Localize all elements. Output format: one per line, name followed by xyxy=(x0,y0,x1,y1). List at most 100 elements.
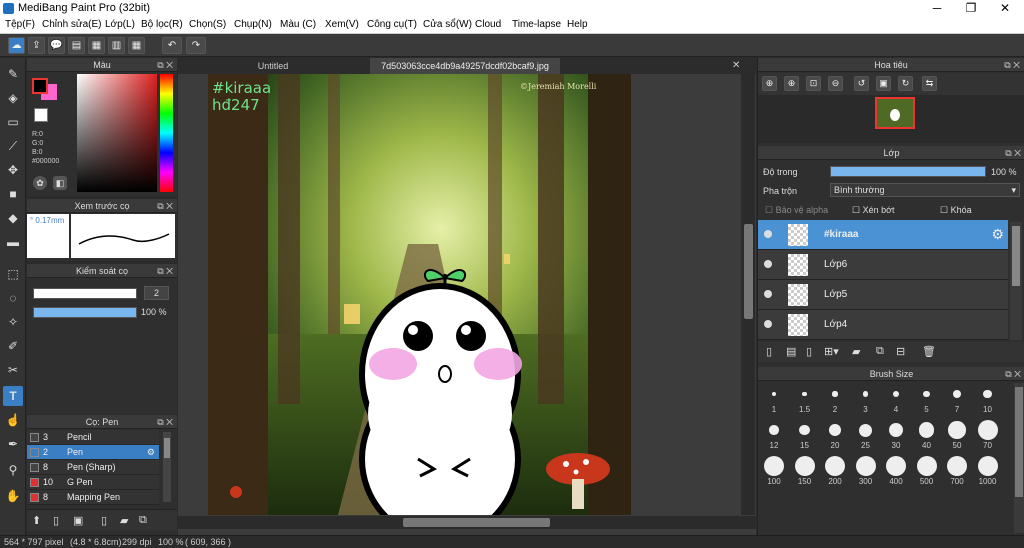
color-history-icon[interactable]: ◧ xyxy=(53,176,67,190)
menu-tools[interactable]: Công cụ(T) xyxy=(367,19,417,30)
brush-size-option[interactable]: 300 xyxy=(851,455,881,486)
flip-icon[interactable]: ⇆ xyxy=(922,76,937,91)
brush-item[interactable]: 3 Pencil xyxy=(27,430,159,445)
merge-layer-icon[interactable]: ⊟ xyxy=(896,345,905,358)
menu-file[interactable]: Tệp(F) xyxy=(5,19,35,30)
brush-size-option[interactable]: 100 xyxy=(759,455,789,486)
select-pen-icon[interactable]: ✐ xyxy=(3,336,23,356)
palette-icon[interactable]: ✿ xyxy=(33,176,47,190)
brush-list-scrollbar[interactable] xyxy=(163,432,171,502)
brush-size-option[interactable]: 10 xyxy=(973,383,1003,414)
new-halftone-layer-icon[interactable]: ▤ xyxy=(786,345,796,358)
navigator-viewport[interactable] xyxy=(875,97,915,129)
tile-icon[interactable]: ▦ xyxy=(128,37,145,54)
brush-item[interactable]: 8 Mapping Pen xyxy=(27,490,159,505)
tab-untitled[interactable]: Untitled xyxy=(208,58,338,74)
share-icon[interactable]: ⇪ xyxy=(28,37,45,54)
brush-size-option[interactable]: 1 xyxy=(759,383,789,414)
eye-icon[interactable] xyxy=(764,230,772,238)
brush-size-option[interactable]: 12 xyxy=(759,419,789,450)
delete-layer-icon[interactable]: 🗑 xyxy=(922,345,936,358)
divide-tool-icon[interactable]: ✒ xyxy=(3,434,23,454)
layer-row[interactable]: Lớp4 xyxy=(758,310,1008,340)
brush-size-option[interactable]: 7 xyxy=(942,383,972,414)
brush-size-option[interactable]: 200 xyxy=(820,455,850,486)
brush-item[interactable]: 2 Pen ⚙ xyxy=(27,445,159,460)
navigator-preview[interactable] xyxy=(758,95,1024,143)
select-eraser-icon[interactable]: ✂ xyxy=(3,360,23,380)
menu-layer[interactable]: Lớp(L) xyxy=(105,19,135,30)
menu-select[interactable]: Chọn(S) xyxy=(189,19,226,30)
new-1bit-layer-icon[interactable]: ▯ xyxy=(806,345,812,358)
blend-mode-select[interactable]: Bình thường ▾ xyxy=(830,183,1020,197)
layer-row[interactable]: #kiraaa ⚙ xyxy=(758,220,1008,250)
clip-checkbox[interactable]: ☐ Xén bớt xyxy=(852,205,895,216)
new-layer-icon[interactable]: ▯ xyxy=(766,345,772,358)
brush-size-value[interactable]: 2 xyxy=(144,286,169,300)
eyedropper-icon[interactable]: ⚲ xyxy=(3,460,23,480)
line-tool-icon[interactable]: ⟋ xyxy=(3,136,23,156)
menu-capture[interactable]: Chụp(N) xyxy=(234,19,272,30)
add-brush-icon[interactable]: ⬆ xyxy=(32,514,41,527)
canvas-horizontal-scrollbar[interactable] xyxy=(178,516,756,529)
close-button[interactable]: ✕ xyxy=(988,0,1022,17)
brush-size-option[interactable]: 5 xyxy=(912,383,942,414)
brush-size-option[interactable]: 40 xyxy=(912,419,942,450)
menu-timelapse[interactable]: Time-lapse xyxy=(512,19,561,30)
zoom-in-icon[interactable]: ⊕ xyxy=(762,76,777,91)
foreground-color-swatch[interactable] xyxy=(32,78,48,94)
duplicate-layer-icon[interactable]: ⧉ xyxy=(876,345,884,358)
menu-cloud[interactable]: Cloud xyxy=(475,19,501,30)
eraser-tool-icon[interactable]: ◈ xyxy=(3,88,23,108)
zoom-in-2-icon[interactable]: ⊕ xyxy=(784,76,799,91)
copy-brush-icon[interactable]: ▣ xyxy=(73,514,83,527)
undo-icon[interactable]: ↶ xyxy=(162,37,182,54)
brush-size-option[interactable]: 50 xyxy=(942,419,972,450)
menu-color[interactable]: Màu (C) xyxy=(280,19,316,30)
menu-help[interactable]: Help xyxy=(567,19,588,30)
brush-size-option[interactable]: 4 xyxy=(881,383,911,414)
brush-size-slider[interactable] xyxy=(33,288,137,299)
layer-row[interactable]: Lớp6 xyxy=(758,250,1008,280)
hand-tool-icon[interactable]: ✋ xyxy=(3,486,23,506)
zoom-out-icon[interactable]: ⊖ xyxy=(828,76,843,91)
panel-close-icon[interactable]: ⧉ ✕ xyxy=(1005,367,1021,381)
panel-close-icon[interactable]: ⧉ ✕ xyxy=(1005,146,1021,160)
bucket-tool-icon[interactable]: ◆ xyxy=(3,208,23,228)
brush-size-option[interactable]: 30 xyxy=(881,419,911,450)
layer-row[interactable]: Lớp5 xyxy=(758,280,1008,310)
brush-size-option[interactable]: 150 xyxy=(790,455,820,486)
fit-icon[interactable]: ⊡ xyxy=(806,76,821,91)
lasso-icon[interactable]: ◌ xyxy=(3,288,23,308)
tab-active-image[interactable]: 7d503063cce4db9a49257dcdf02bcaf9.jpg xyxy=(370,58,560,74)
layer-folder-icon[interactable]: ▰ xyxy=(852,345,860,358)
brush-tool-icon[interactable]: ✎ xyxy=(3,64,23,84)
lock-checkbox[interactable]: ☐ Khóa xyxy=(940,205,972,216)
tab-close-icon[interactable]: ✕ xyxy=(732,60,740,71)
rotate-left-icon[interactable]: ↺ xyxy=(854,76,869,91)
gradient-tool-icon[interactable]: ▬ xyxy=(3,232,23,252)
text-tool-icon[interactable]: T xyxy=(3,386,23,406)
select-rect-icon[interactable]: ⬚ xyxy=(3,264,23,284)
eye-icon[interactable] xyxy=(764,260,772,268)
panel-close-icon[interactable]: ⧉ ✕ xyxy=(157,264,173,278)
panel-close-icon[interactable]: ⧉ ✕ xyxy=(157,199,173,213)
duplicate-icon[interactable]: ⧉ xyxy=(139,514,147,527)
fill-rect-tool-icon[interactable]: ■ xyxy=(3,184,23,204)
folder-icon[interactable]: ▰ xyxy=(120,514,128,527)
brush-size-option[interactable]: 20 xyxy=(820,419,850,450)
menu-window[interactable]: Cửa sổ(W) xyxy=(423,19,472,30)
new-brush-icon[interactable]: ▯ xyxy=(53,514,59,527)
magic-wand-icon[interactable]: ✧ xyxy=(3,312,23,332)
eye-icon[interactable] xyxy=(764,290,772,298)
redo-icon[interactable]: ↷ xyxy=(186,37,206,54)
menu-filter[interactable]: Bộ lọc(R) xyxy=(141,19,183,30)
hue-slider[interactable] xyxy=(160,74,173,192)
brush-size-option[interactable]: 500 xyxy=(912,455,942,486)
move-tool-icon[interactable]: ✥ xyxy=(3,160,23,180)
operation-tool-icon[interactable]: ☝ xyxy=(3,410,23,430)
layer-opacity-slider[interactable] xyxy=(830,166,986,177)
comment-icon[interactable]: 💬 xyxy=(48,37,65,54)
menu-edit[interactable]: Chỉnh sửa(E) xyxy=(42,19,102,30)
protect-alpha-checkbox[interactable]: ☐ Bảo vệ alpha xyxy=(765,205,828,216)
